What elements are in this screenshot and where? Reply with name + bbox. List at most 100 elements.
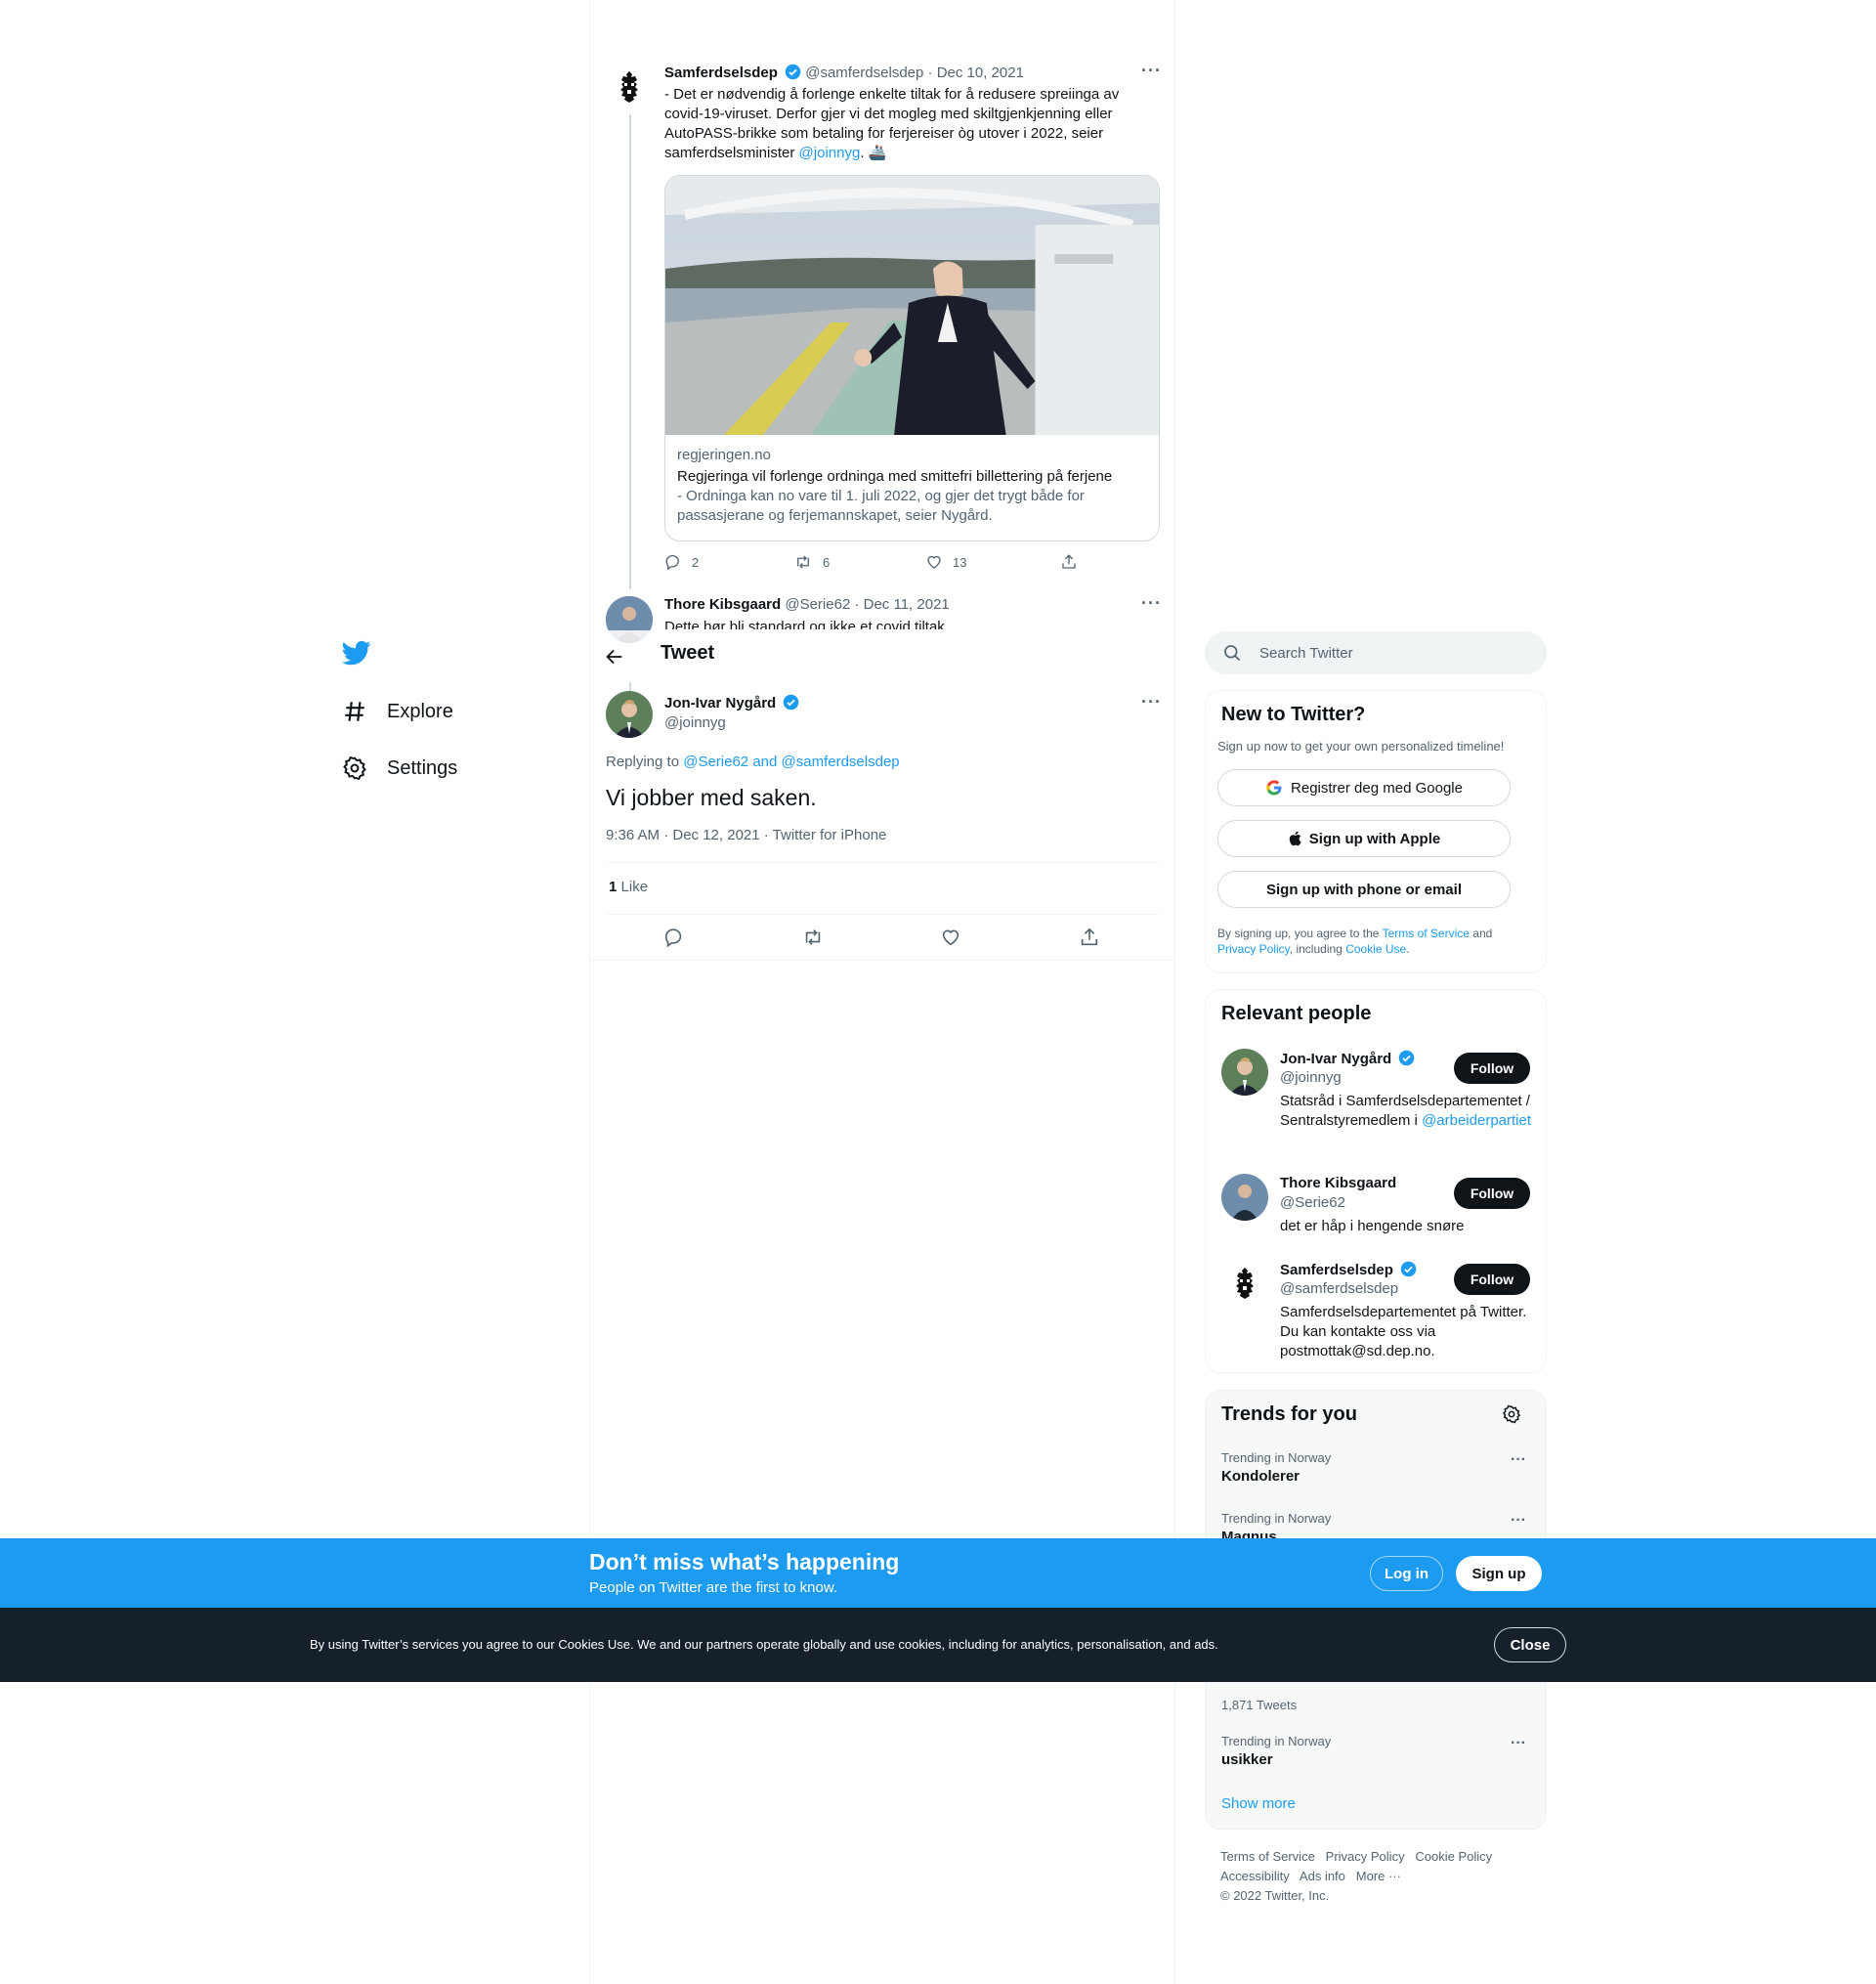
main-tweet-handle[interactable]: @joinnyg [664,714,726,731]
page-title: Tweet [661,642,715,664]
person-handle[interactable]: @samferdselsdep [1280,1280,1398,1297]
quoted-tweet-name[interactable]: Samferdselsdep [664,65,778,81]
footer-terms-link[interactable]: Terms of Service [1220,1849,1315,1864]
jon-ivar-avatar[interactable] [606,691,653,738]
timeline-left-border [589,0,590,1984]
twitter-logo-icon[interactable] [341,638,371,672]
signup-legal: By signing up, you agree to the Terms of… [1217,926,1530,957]
legal-text: and [1472,927,1493,940]
quoted-tweet-text-tail: . 🚢 [860,145,887,161]
trend-item[interactable]: Trending in Norway usikker ··· [1206,1723,1546,1784]
quoted-tweet-handle[interactable]: @samferdselsdep [805,65,923,81]
reply-icon [665,554,679,571]
trend-item[interactable]: 1,871 Tweets [1206,1684,1546,1723]
nav-settings-label: Settings [387,756,458,779]
replying-to: Replying to @Serie62 and @samferdselsdep [606,754,900,770]
heart-icon [942,929,959,946]
main-share-button[interactable] [1079,927,1100,953]
trend-name: usikker [1221,1751,1273,1768]
replying-to-users-link[interactable]: @Serie62 and @samferdselsdep [683,754,899,770]
main-reply-button[interactable] [663,927,685,953]
cookie-close-button[interactable]: Close [1494,1627,1566,1662]
jon-ivar-avatar[interactable] [1221,1049,1268,1096]
retweet-count: 6 [823,554,831,570]
main-retweet-button[interactable] [801,927,825,953]
footer-more-link[interactable]: More ··· [1356,1869,1401,1883]
samferdselsdep-avatar[interactable] [1221,1260,1268,1307]
link-card[interactable]: regjeringen.no Regjeringa vil forlenge o… [664,175,1160,541]
person-bio: Samferdselsdepartementet på Twitter. Du … [1280,1304,1527,1359]
person-handle[interactable]: @joinnyg [1280,1069,1342,1086]
cookie-text: By using Twitter’s services you agree to… [310,1637,1218,1652]
trends-settings-gear-icon[interactable] [1502,1404,1521,1429]
person-name[interactable]: Thore Kibsgaard [1280,1175,1396,1191]
more-icon[interactable]: ··· [1511,1512,1526,1530]
verified-badge-icon [784,694,799,711]
cookie-use-link[interactable]: Cookie Use [1345,942,1406,956]
new-to-twitter-title: New to Twitter? [1221,704,1366,725]
person-photo-icon [1221,1174,1268,1221]
login-button[interactable]: Log in [1370,1556,1443,1591]
nav-explore[interactable]: Explore [342,692,453,731]
share-icon [1081,927,1098,946]
more-icon[interactable]: ··· [1141,61,1162,81]
more-icon[interactable]: ··· [1511,1735,1526,1752]
banner-subtitle: People on Twitter are the first to know. [589,1579,838,1596]
main-tweet-name[interactable]: Jon-Ivar Nygård [664,695,776,712]
divider [606,862,1159,863]
reply-tweet-name[interactable]: Thore Kibsgaard [664,596,781,613]
norway-coat-of-arms-icon [1236,1268,1254,1299]
reply-tweet-date[interactable]: · Dec 11, 2021 [854,596,949,613]
retweet-action[interactable]: 6 [793,553,830,571]
share-action[interactable] [1060,553,1078,571]
more-icon[interactable]: ··· [1141,593,1162,614]
google-signup-button[interactable]: Registrer deg med Google [1217,769,1511,806]
terms-link[interactable]: Terms of Service [1383,927,1470,940]
thore-kibsgaard-avatar[interactable] [1221,1174,1268,1221]
main-tweet-meta[interactable]: 9:36 AM · Dec 12, 2021 · Twitter for iPh… [606,827,886,843]
trends-title: Trends for you [1221,1403,1357,1425]
like-action[interactable]: 13 [925,553,966,571]
mention-link[interactable]: @joinnyg [799,145,861,161]
search-box[interactable]: Search Twitter [1205,631,1547,674]
reply-tweet-handle[interactable]: @Serie62 [785,596,850,613]
footer-accessibility-link[interactable]: Accessibility [1220,1869,1290,1883]
follow-button[interactable]: Follow [1454,1178,1530,1209]
more-icon[interactable]: ··· [1511,1451,1526,1469]
person-handle[interactable]: @Serie62 [1280,1194,1345,1211]
privacy-link[interactable]: Privacy Policy [1217,942,1290,956]
show-more-link[interactable]: Show more [1221,1795,1296,1812]
reply-action[interactable]: 2 [664,553,699,571]
footer-cookie-link[interactable]: Cookie Policy [1415,1849,1492,1864]
person-name[interactable]: Jon-Ivar Nygård [1280,1050,1415,1067]
footer-privacy-link[interactable]: Privacy Policy [1326,1849,1405,1864]
follow-button[interactable]: Follow [1454,1053,1530,1084]
reply-tweet-text: Dette bør bli standard og ikke et covid … [664,619,945,629]
footer-links: Terms of Service Privacy Policy Cookie P… [1220,1847,1492,1906]
signup-button[interactable]: Sign up [1456,1556,1542,1591]
trend-item[interactable]: Trending in Norway Kondolerer ··· [1206,1440,1546,1500]
trend-tweet-count: 1,871 Tweets [1221,1698,1298,1712]
apple-signup-button[interactable]: Sign up with Apple [1217,820,1511,857]
nav-settings[interactable]: Settings [342,749,457,788]
trend-item[interactable]: Trending in Norway Magnus ··· [1206,1500,1546,1545]
relevant-people-title: Relevant people [1221,1003,1372,1024]
like-stat-count: 1 [609,879,618,895]
google-signup-label: Registrer deg med Google [1291,779,1463,797]
phone-email-signup-label: Sign up with phone or email [1265,881,1462,898]
samferdselsdep-avatar[interactable] [606,64,653,110]
phone-email-signup-button[interactable]: Sign up with phone or email [1217,871,1511,908]
person-name[interactable]: Samferdselsdep [1280,1261,1417,1278]
main-like-button[interactable] [940,927,961,953]
footer-ads-link[interactable]: Ads info [1300,1869,1345,1883]
sticky-header: Tweet [590,630,1174,682]
quoted-tweet-date[interactable]: · Dec 10, 2021 [928,65,1024,81]
follow-button[interactable]: Follow [1454,1264,1530,1295]
like-stat-label: Like [620,879,649,895]
norway-coat-of-arms-icon [620,71,638,103]
more-icon[interactable]: ··· [1141,692,1162,712]
arbeiderpartiet-link[interactable]: @arbeiderpartiet [1422,1112,1531,1129]
signup-banner: Don’t miss what’s happening People on Tw… [0,1538,1876,1608]
like-stats[interactable]: 1 Like [609,879,648,895]
back-arrow-icon[interactable] [604,646,625,672]
